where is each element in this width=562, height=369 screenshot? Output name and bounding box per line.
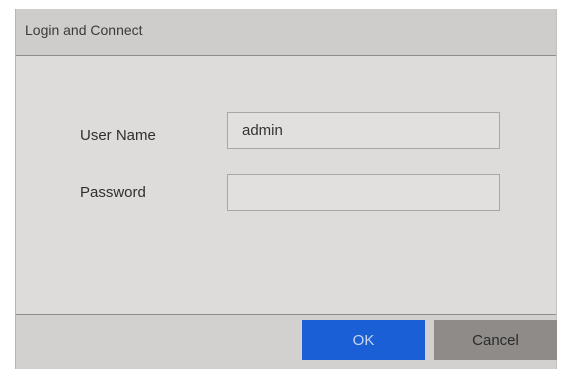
- ok-button[interactable]: OK: [302, 320, 425, 360]
- login-dialog: Login and Connect User Name Password OK …: [15, 9, 557, 369]
- dialog-body: User Name Password: [16, 56, 556, 314]
- username-label: User Name: [80, 127, 156, 144]
- dialog-title: Login and Connect: [25, 22, 143, 38]
- username-field[interactable]: [227, 112, 500, 149]
- password-field[interactable]: [227, 174, 500, 211]
- dialog-titlebar: Login and Connect: [16, 9, 556, 56]
- password-label: Password: [80, 184, 146, 201]
- cancel-button[interactable]: Cancel: [434, 320, 557, 360]
- dialog-footer: OK Cancel: [16, 314, 557, 369]
